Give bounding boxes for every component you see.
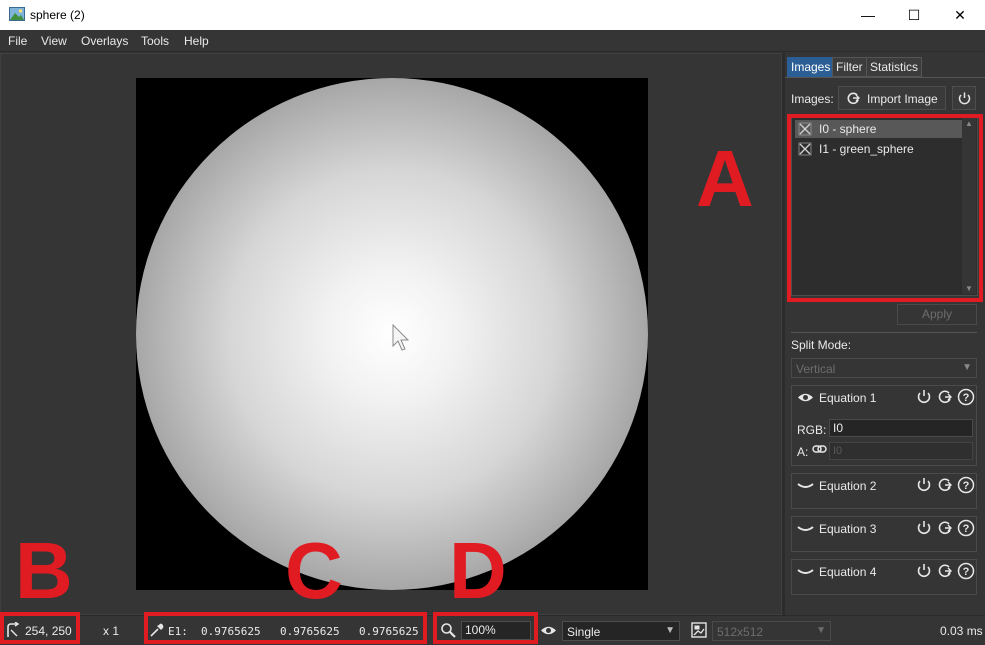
tab-divider [785,77,985,78]
callout-box-d [433,612,538,644]
rgb-equation-input[interactable]: I0 [829,419,973,437]
menu-tools[interactable]: Tools [141,34,169,48]
eye-closed-icon[interactable] [797,566,814,577]
svg-text:?: ? [963,480,970,492]
resolution-value: 512x512 [717,625,764,639]
title-bar: sphere (2) — ☐ ✕ [0,0,985,30]
eye-closed-icon[interactable] [797,523,814,534]
app-icon [9,7,25,21]
equation-name: Equation 1 [819,391,877,405]
tab-filter[interactable]: Filter [832,57,867,77]
eye-closed-icon[interactable] [797,480,814,491]
chevron-down-icon: ▼ [962,362,972,373]
reload-icon[interactable] [915,562,933,580]
svg-text:?: ? [963,523,970,535]
import-icon[interactable] [936,476,954,494]
help-icon[interactable]: ? [957,476,975,494]
equation-name: Equation 2 [819,479,877,493]
equation-group: Equation 1 ? RGB: I0 A: I0 [791,385,977,466]
zoom-multiplier: x 1 [103,624,120,638]
maximize-button[interactable]: ☐ [891,0,937,30]
callout-box-a [787,114,983,302]
chevron-down-icon: ▼ [816,625,826,636]
mouse-cursor-icon [392,324,410,351]
svg-text:?: ? [963,566,970,578]
reload-icon[interactable] [915,388,933,406]
menu-bar: File View Overlays Tools Help [0,30,985,52]
eye-icon[interactable] [797,392,814,403]
equation-name: Equation 4 [819,565,877,579]
import-icon[interactable] [936,562,954,580]
resolution-select: 512x512 ▼ [712,621,831,641]
menu-view[interactable]: View [41,34,67,48]
menu-overlays[interactable]: Overlays [81,34,128,48]
equation-header[interactable]: Equation 4 ? [792,560,976,584]
split-mode-value: Vertical [796,362,836,376]
callout-label-a: A [696,134,754,223]
image-canvas[interactable] [136,78,648,590]
equation-group: Equation 4 ? [791,559,977,595]
reload-icon[interactable] [915,519,933,537]
panel-divider [791,332,977,333]
menu-help[interactable]: Help [184,34,209,48]
alpha-equation-input: I0 [829,442,973,460]
callout-label-b: B [15,526,73,615]
chevron-down-icon: ▼ [665,625,675,636]
import-image-button[interactable]: Import Image [838,86,946,110]
link-icon[interactable] [812,443,827,455]
minimize-button[interactable]: — [845,0,891,30]
display-mode-select[interactable]: Single ▼ [562,621,680,641]
rgb-label: RGB: [797,423,827,437]
reload-all-button[interactable] [952,86,976,110]
help-icon[interactable]: ? [957,388,975,406]
reload-icon[interactable] [915,476,933,494]
equation-header[interactable]: Equation 3 ? [792,517,976,541]
callout-box-c [144,612,427,644]
tab-images[interactable]: Images [787,57,835,77]
split-mode-label: Split Mode: [791,338,852,352]
reload-icon [958,92,971,105]
equation-name: Equation 3 [819,522,877,536]
tab-statistics[interactable]: Statistics [866,57,923,77]
svg-text:?: ? [963,392,970,404]
import-icon[interactable] [936,519,954,537]
images-label: Images: [791,92,834,106]
display-mode-value: Single [567,625,601,639]
callout-label-d: D [449,526,507,615]
split-mode-select[interactable]: Vertical ▼ [791,358,977,378]
import-icon [847,92,860,105]
help-icon[interactable]: ? [957,562,975,580]
eye-icon[interactable] [540,625,557,636]
image-viewport[interactable] [0,53,782,615]
frame-time: 0.03 ms [940,624,983,638]
menu-file[interactable]: File [8,34,27,48]
equation-header[interactable]: Equation 2 ? [792,474,976,498]
image-size-icon [691,622,707,638]
import-image-label: Import Image [867,92,938,106]
import-icon[interactable] [936,388,954,406]
close-button[interactable]: ✕ [937,0,983,30]
callout-label-c: C [285,526,343,615]
window-title: sphere (2) [30,8,85,22]
alpha-label: A: [797,445,809,459]
apply-button[interactable]: Apply [897,304,977,325]
help-icon[interactable]: ? [957,519,975,537]
callout-box-b [0,612,80,644]
equation-group: Equation 2 ? [791,473,977,509]
equation-header[interactable]: Equation 1 ? [792,386,976,410]
equation-group: Equation 3 ? [791,516,977,552]
